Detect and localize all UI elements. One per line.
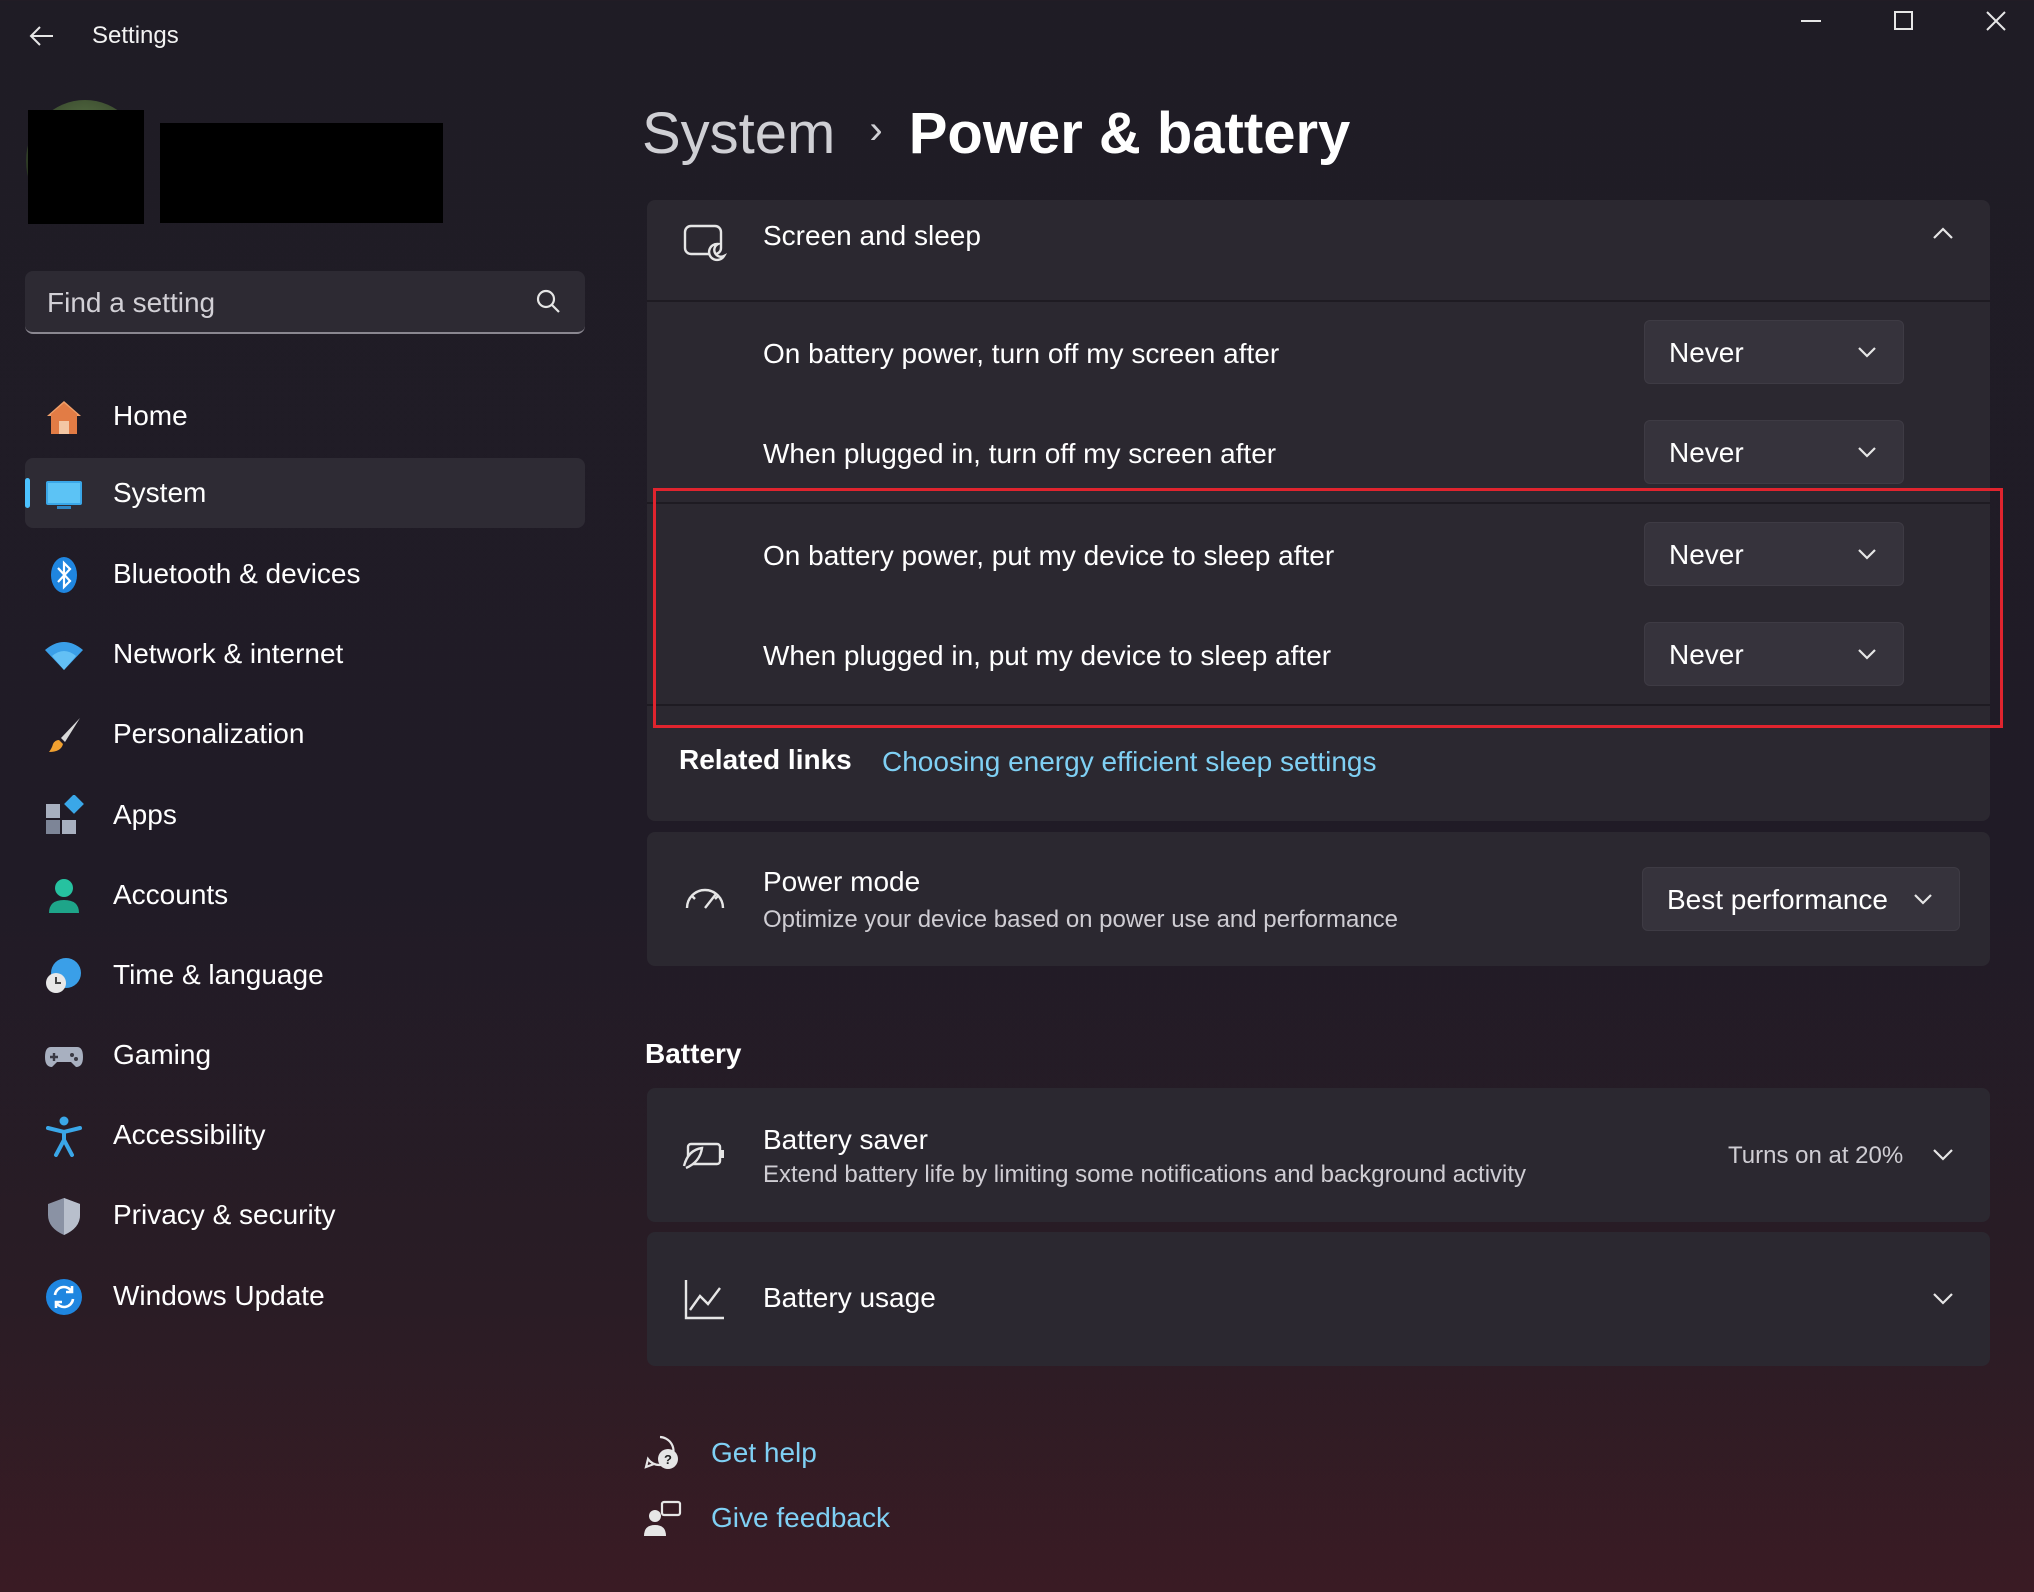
battery-usage-title: Battery usage [763,1282,936,1313]
power-mode-card: Power mode Optimize your device based on… [647,832,1990,966]
nav-item-network[interactable]: Network & internet [25,619,585,689]
screen-sleep-title: Screen and sleep [763,220,981,251]
nav-label: Apps [113,799,177,830]
nav-item-system[interactable]: System [25,458,585,528]
battery-screen-off-dropdown[interactable]: Never [1644,320,1904,384]
nav-item-home[interactable]: Home [25,381,585,451]
nav-label: Gaming [113,1039,212,1070]
setting-label: On battery power, turn off my screen aft… [763,338,1280,369]
nav-item-accessibility[interactable]: Accessibility [25,1100,585,1170]
nav-item-apps[interactable]: Apps [25,780,585,850]
dropdown-value: Never [1669,437,1744,468]
bluetooth-icon [51,557,77,593]
chevron-right-icon: › [869,108,883,152]
nav-item-personalization[interactable]: Personalization [25,699,585,769]
screen-sleep-header[interactable]: Screen and sleep [647,200,1990,300]
nav-label: Privacy & security [113,1199,336,1230]
help-icon: ? [644,1435,678,1469]
get-help-link[interactable]: Get help [711,1437,817,1469]
battery-saver-status: Turns on at 20% [1728,1142,1904,1169]
nav-item-bluetooth[interactable]: Bluetooth & devices [25,539,585,609]
nav-item-accounts[interactable]: Accounts [25,860,585,930]
gamepad-icon [45,1047,83,1067]
profile-name-redaction [160,123,443,223]
battery-section-title: Battery [645,1038,742,1069]
avatar-redaction [28,110,144,224]
chevron-down-icon [1858,447,1876,458]
power-mode-gauge-icon [685,888,725,909]
chevron-up-icon [1933,227,1953,239]
maximize-button[interactable] [1858,0,1950,42]
maximize-icon [1894,11,1913,30]
battery-usage-card[interactable]: Battery usage [647,1232,1990,1366]
chart-line-icon [684,1280,724,1320]
energy-sleep-link[interactable]: Choosing energy efficient sleep settings [882,746,1376,778]
collapse-button[interactable] [1923,218,1963,248]
screen-sleep-icon [683,224,728,262]
dropdown-value: Never [1669,337,1744,368]
active-indicator [25,478,30,508]
highlight-box [653,488,2003,728]
svg-text:?: ? [664,1452,672,1467]
nav-label: Accounts [113,879,229,910]
search-icon [536,289,560,313]
paintbrush-icon [49,718,80,752]
related-links-label: Related links [679,744,852,775]
nav-label: Time & language [113,959,324,990]
home-icon [47,401,81,434]
nav-label: System [113,477,207,508]
expand-button[interactable] [1923,1140,1963,1170]
give-feedback-link[interactable]: Give feedback [711,1502,890,1534]
breadcrumb: System › Power & battery [642,100,1350,167]
nav-item-privacy-security[interactable]: Privacy & security [25,1180,585,1250]
chevron-down-icon [1914,894,1932,905]
monitor-icon [46,481,82,509]
power-mode-dropdown[interactable]: Best performance [1642,867,1960,931]
person-icon [49,879,79,913]
nav-item-gaming[interactable]: Gaming [25,1020,585,1090]
search-input[interactable]: Find a setting [25,271,585,334]
shield-icon [48,1198,80,1235]
sync-icon [46,1279,82,1315]
app-title: Settings [92,22,179,49]
expand-button[interactable] [1923,1284,1963,1314]
minimize-icon [1801,20,1821,22]
nav-item-time-language[interactable]: Time & language [25,940,585,1010]
chevron-down-icon [1858,347,1876,358]
close-button[interactable] [1950,0,2034,42]
minimize-button[interactable] [1766,0,1858,42]
back-arrow-icon [29,26,53,46]
search-placeholder: Find a setting [47,287,216,318]
nav-item-windows-update[interactable]: Windows Update [25,1261,585,1331]
battery-saver-title: Battery saver [763,1124,928,1155]
dropdown-value: Best performance [1667,884,1888,915]
power-mode-subtitle: Optimize your device based on power use … [763,906,1399,933]
apps-icon [46,795,84,834]
chevron-down-icon [1933,1149,1953,1161]
globe-clock-icon [46,958,81,993]
nav-label: Windows Update [113,1280,325,1311]
plugged-screen-off-dropdown[interactable]: Never [1644,420,1904,484]
chevron-down-icon [1933,1293,1953,1305]
setting-label: When plugged in, turn off my screen afte… [763,438,1277,469]
battery-saver-card[interactable]: Battery saver Extend battery life by lim… [647,1088,1990,1222]
page-title: Power & battery [908,101,1351,166]
title-bar: Settings [0,0,2034,70]
close-icon [1986,11,2006,31]
wifi-icon [45,642,83,670]
nav-label: Network & internet [113,638,344,669]
breadcrumb-parent[interactable]: System [642,101,835,166]
nav-label: Bluetooth & devices [113,558,361,589]
nav-label: Personalization [113,718,305,749]
battery-saver-subtitle: Extend battery life by limiting some not… [763,1161,1527,1188]
feedback-icon [644,1500,682,1536]
nav-label: Home [113,400,188,431]
battery-saver-icon [682,1142,724,1170]
nav-label: Accessibility [113,1119,266,1150]
back-button[interactable] [20,16,64,56]
divider [647,300,1990,302]
power-mode-title: Power mode [763,866,921,897]
accessibility-icon [46,1116,82,1157]
